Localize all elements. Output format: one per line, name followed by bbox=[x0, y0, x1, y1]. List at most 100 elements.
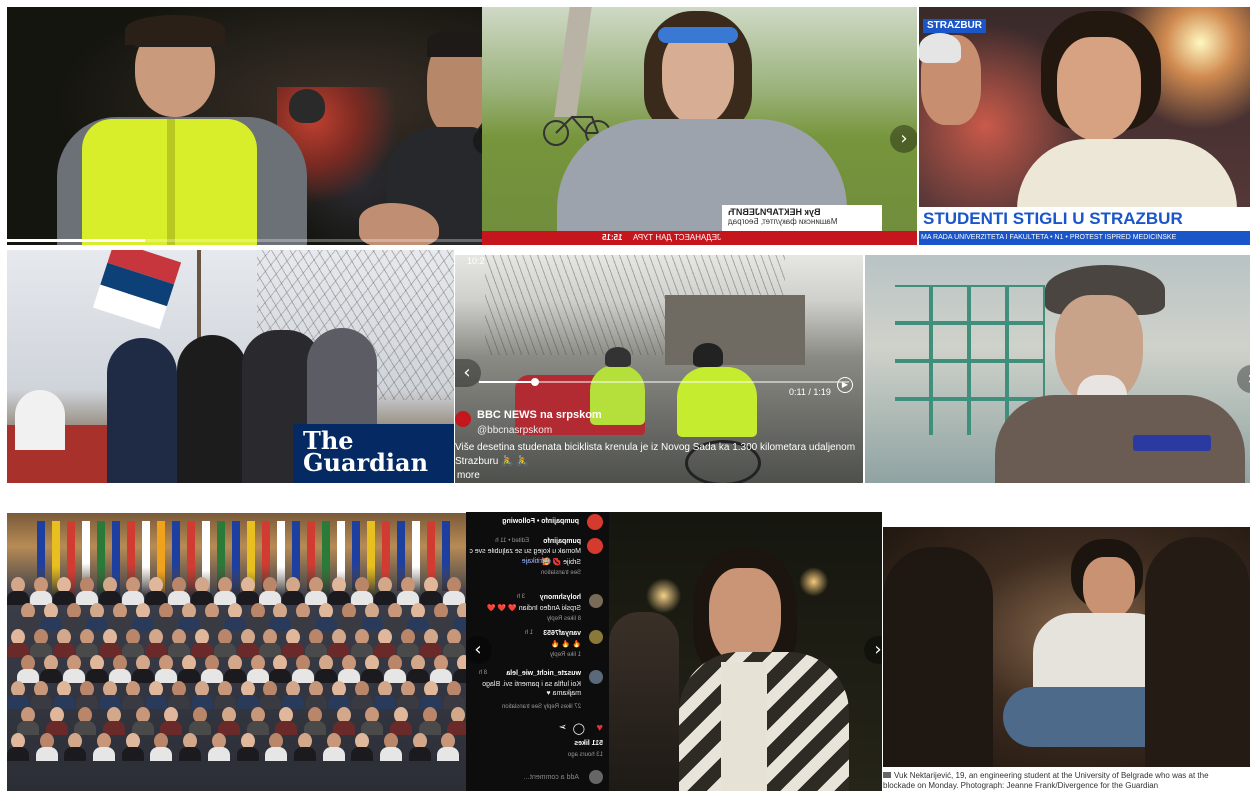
bbc-account-name: BBC NEWS na srpskom bbox=[477, 409, 602, 421]
n1-ticker: MA RADA UNIVERZITETA I FAKULTETA • N1 • … bbox=[919, 231, 1250, 245]
crowd-body bbox=[265, 747, 288, 761]
crowd-body bbox=[7, 747, 29, 761]
person-5 bbox=[15, 390, 65, 450]
location-badge: STRAZBUR bbox=[923, 19, 986, 33]
video-scrubber[interactable] bbox=[479, 378, 849, 386]
comment-user[interactable]: wuszte_nicht_wie_lela bbox=[506, 670, 581, 677]
tshirt bbox=[721, 662, 767, 791]
scrubber-handle[interactable] bbox=[531, 378, 539, 386]
crowd-body bbox=[379, 747, 402, 761]
chevron-right-icon[interactable]: › bbox=[890, 125, 917, 153]
crowd-body bbox=[121, 747, 144, 761]
image-tile-guardian-group[interactable]: The Guardian bbox=[7, 250, 454, 483]
n1-headline: STUDENTI STIGLI U STRAZBUR bbox=[919, 207, 1250, 231]
image-tile-instagram-post[interactable]: pumpajinfo • Following pumpajinfo Edited… bbox=[466, 512, 882, 791]
rts-ticker: 15:15 ЈЕДАНАЕСТ ДАН ТУРА bbox=[482, 231, 917, 245]
more-link[interactable]: more bbox=[457, 470, 480, 481]
person-face bbox=[1083, 557, 1135, 619]
crowd-body bbox=[35, 747, 58, 761]
person-2 bbox=[177, 335, 247, 483]
cyclist-2-helmet bbox=[693, 343, 723, 367]
image-tile-tv-interview[interactable]: Вук НЕКТАРИЈЕВИЋ Машински факултет, Беог… bbox=[482, 7, 917, 245]
post-caption-line2: Strazburu 🚴 🚴 bbox=[455, 456, 529, 467]
avatar bbox=[589, 770, 603, 784]
progress-fill bbox=[7, 239, 145, 242]
photo bbox=[883, 527, 1250, 767]
crowd bbox=[7, 573, 466, 791]
instagram-photo bbox=[609, 512, 882, 791]
video-progress-bar[interactable] bbox=[7, 239, 482, 242]
comment-age: 3 h bbox=[516, 594, 525, 600]
guardian-logo-line2: Guardian bbox=[303, 448, 429, 477]
send-icon[interactable]: ➢ bbox=[559, 722, 567, 733]
right-silhouette bbox=[1145, 537, 1250, 767]
crowd-body bbox=[374, 695, 397, 709]
play-icon[interactable]: ▶ bbox=[837, 377, 853, 393]
caption-text-2: blockade on Monday. Photograph: Jeanne F… bbox=[883, 781, 1159, 790]
video-time: 0:11 / 1:19 bbox=[789, 387, 831, 397]
comment-age: 8 h bbox=[478, 670, 487, 676]
background-people bbox=[609, 612, 679, 791]
crowd-body bbox=[144, 695, 167, 709]
image-tile-bbc-video[interactable]: 10:2 0:11 / 1:19 ▶ ‹ BBC NEWS na srpskom… bbox=[455, 255, 863, 483]
crowd-body bbox=[236, 747, 259, 761]
avatar bbox=[587, 538, 603, 554]
vest-zipper bbox=[167, 119, 175, 245]
comment-text: 🔥 🔥 🔥 bbox=[550, 641, 581, 648]
comment-user[interactable]: holyshmony bbox=[540, 594, 581, 601]
cyclist-1-helmet bbox=[605, 347, 631, 367]
image-tile-night-vest[interactable]: ‹ bbox=[7, 7, 482, 245]
blue-headband bbox=[658, 27, 738, 43]
crowd-body bbox=[259, 695, 282, 709]
avatar bbox=[589, 670, 603, 684]
post-caption: Više desetina studenata biciklista krenu… bbox=[455, 442, 856, 453]
caption-subtitle: Машински факултет, Београд bbox=[728, 217, 838, 226]
crowd-body bbox=[93, 747, 116, 761]
comment-meta: 1 like Reply bbox=[549, 652, 581, 658]
person-face bbox=[1057, 37, 1141, 141]
cyclist-2-vest bbox=[677, 367, 757, 437]
image-tile-n1-strasbourg[interactable]: STRAZBUR STUDENTI STIGLI U STRAZBUR MA R… bbox=[919, 7, 1250, 245]
image-tile-tv-street[interactable]: › bbox=[865, 255, 1250, 483]
building bbox=[665, 295, 805, 365]
caption-line-1: Vuk Nektarijević, 19, an engineering stu… bbox=[883, 771, 1250, 781]
caption-name: Вук НЕКТАРИЈЕВИЋ bbox=[728, 207, 821, 217]
comment-icon[interactable]: ◯ bbox=[573, 722, 585, 735]
heart-icon[interactable]: ♥ bbox=[596, 722, 603, 734]
post-age: 13 hours ago bbox=[567, 752, 603, 758]
crowd-body bbox=[207, 747, 230, 761]
add-comment-input[interactable]: Add a comment… bbox=[523, 774, 579, 781]
crowd-body bbox=[213, 695, 236, 709]
image-tile-guardian-photo[interactable]: Vuk Nektarijević, 19, an engineering stu… bbox=[883, 527, 1250, 791]
crowd-body bbox=[64, 747, 87, 761]
image-tile-eu-parliament[interactable] bbox=[7, 513, 466, 791]
comment-text: Srpski Anđeo Indian ❤️ ❤️ ❤️ bbox=[486, 605, 581, 612]
avatar bbox=[589, 594, 603, 608]
post-tag[interactable]: @fritikaje bbox=[522, 558, 551, 565]
following-label[interactable]: pumpajinfo • Following bbox=[502, 518, 579, 525]
crowd-body bbox=[150, 747, 173, 761]
cyclist-helmet bbox=[919, 33, 961, 63]
hair bbox=[125, 15, 225, 45]
crowd-body bbox=[351, 747, 374, 761]
avatar bbox=[455, 411, 471, 427]
comment-user[interactable]: vanyaf7653 bbox=[543, 630, 581, 637]
person-4 bbox=[307, 328, 377, 438]
bbc-handle: @bbcnasrpskom bbox=[477, 425, 553, 436]
crowd-body bbox=[293, 747, 316, 761]
caption-text: Vuk Nektarijević, 19, an engineering stu… bbox=[894, 771, 1209, 780]
tv-logo bbox=[1133, 435, 1211, 451]
ticker-text: ЈЕДАНАЕСТ ДАН ТУРА bbox=[632, 233, 721, 242]
scrubber-fill bbox=[479, 381, 535, 383]
lower-third-caption: Вук НЕКТАРИЈЕВИЋ Машински факултет, Беог… bbox=[722, 205, 882, 231]
person-1 bbox=[107, 338, 177, 483]
crowd-body bbox=[322, 747, 345, 761]
ticker-time: 15:15 bbox=[602, 233, 623, 242]
guardian-logo: The Guardian bbox=[293, 424, 454, 483]
crowd-body bbox=[29, 695, 52, 709]
time-label: 10:2 bbox=[467, 256, 485, 266]
left-silhouette bbox=[883, 547, 993, 767]
see-translation[interactable]: See translation bbox=[541, 570, 581, 576]
photo-caption: Vuk Nektarijević, 19, an engineering stu… bbox=[883, 771, 1250, 791]
post-username[interactable]: pumpajinfo bbox=[543, 538, 581, 545]
